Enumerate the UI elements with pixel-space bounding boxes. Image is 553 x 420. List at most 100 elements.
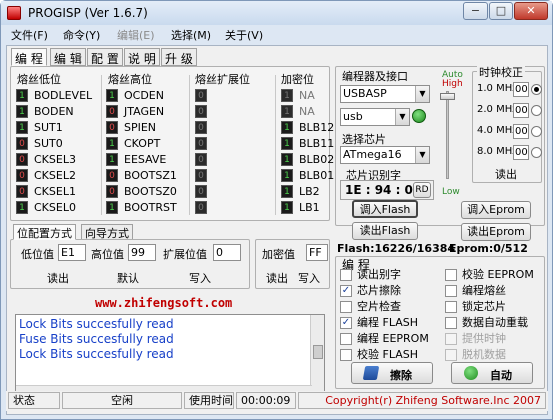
fuse-bit[interactable]: 0: [195, 153, 211, 167]
tab-edit[interactable]: 编 辑: [50, 48, 86, 66]
checkbox[interactable]: [445, 285, 457, 297]
fuse-bit[interactable]: 0 BOOTSZ1: [106, 169, 186, 183]
lock-bit-value[interactable]: 1: [281, 201, 293, 214]
checkbox[interactable]: [445, 301, 457, 313]
fuse-bit-value[interactable]: 0: [195, 105, 207, 118]
clock-cal-input[interactable]: 00: [513, 82, 529, 97]
opt-auto-reload[interactable]: 数据自动重载: [445, 316, 535, 330]
clock-radio[interactable]: [531, 126, 542, 137]
opt-read-id[interactable]: 读出别字: [340, 268, 430, 282]
fuse-bit[interactable]: 0: [195, 121, 211, 135]
checkbox-disabled[interactable]: [445, 349, 457, 361]
checkbox[interactable]: [445, 317, 457, 329]
clock-radio[interactable]: [531, 84, 542, 95]
lock-read-button[interactable]: 读出: [266, 270, 288, 286]
fuse-bit-value[interactable]: 0: [106, 105, 118, 118]
fuse-bit-value[interactable]: 0: [195, 89, 207, 102]
fuse-bit[interactable]: 0 BOOTSZ0: [106, 185, 186, 199]
chip-select[interactable]: ATmega16 ▼: [340, 146, 430, 164]
fuse-bit[interactable]: 1 BODEN: [16, 105, 96, 119]
lock-bit-value[interactable]: 1: [281, 185, 293, 198]
fuse-bit[interactable]: 1 CKSEL0: [16, 201, 96, 215]
fuse-bit-value[interactable]: 0: [16, 185, 28, 198]
menu-select[interactable]: 选择(M): [171, 27, 211, 43]
clock-read-button[interactable]: 读出: [495, 166, 517, 182]
fuse-bit-value[interactable]: 1: [16, 201, 28, 214]
fuse-bit-value[interactable]: 0: [16, 153, 28, 166]
lock-bit[interactable]: 1 BLB12: [281, 121, 334, 135]
fuse-bit-value[interactable]: 0: [106, 185, 118, 198]
fuse-bit-value[interactable]: 0: [195, 169, 207, 182]
opt-verify-eeprom[interactable]: 校验 EEPROM: [445, 268, 535, 282]
tab-help[interactable]: 说 明: [124, 48, 160, 66]
fuse-bit[interactable]: 1 SUT1: [16, 121, 96, 135]
lock-bit-value[interactable]: 1: [281, 169, 293, 182]
menu-command[interactable]: 命令(Y): [63, 27, 100, 43]
fuse-bit[interactable]: 1 BODLEVEL: [16, 89, 96, 103]
clock-cal-input[interactable]: 00: [513, 124, 529, 139]
fuse-bit[interactable]: 1 OCDEN: [106, 89, 186, 103]
fuse-bit[interactable]: 0: [195, 169, 211, 183]
checkbox[interactable]: [445, 269, 457, 281]
opt-blank-check[interactable]: 空片检查: [340, 300, 430, 314]
opt-lock-chip[interactable]: 锁定芯片: [445, 300, 535, 314]
tab-wizard[interactable]: 向导方式: [81, 224, 133, 240]
fuse-bit-value[interactable]: 1: [16, 89, 28, 102]
clock-radio[interactable]: [531, 147, 542, 158]
lock-bit[interactable]: 1 NA: [281, 89, 327, 103]
fuse-bit[interactable]: 1 BOOTRST: [106, 201, 186, 215]
fuse-bit-value[interactable]: 1: [16, 121, 28, 134]
fuse-bit[interactable]: 0: [195, 137, 211, 151]
fuse-read-button[interactable]: 读出: [47, 270, 69, 286]
load-eprom-button[interactable]: 调入Eprom: [461, 201, 531, 219]
clock-cal-input[interactable]: 00: [513, 145, 529, 160]
opt-provide-clock[interactable]: 提供时钟: [445, 332, 535, 346]
fuse-bit[interactable]: 0 CKSEL2: [16, 169, 96, 183]
fuse-bit[interactable]: 0 CKSEL3: [16, 153, 96, 167]
fuse-bit-value[interactable]: 0: [106, 169, 118, 182]
ext-value-input[interactable]: 0: [213, 244, 241, 261]
maximize-button[interactable]: □: [489, 2, 513, 20]
tab-config[interactable]: 配 置: [87, 48, 123, 66]
checkbox[interactable]: [340, 333, 352, 345]
lock-bit-value[interactable]: 1: [281, 121, 293, 134]
checkbox-checked[interactable]: ✓: [340, 285, 352, 297]
tab-upgrade[interactable]: 升 级: [161, 48, 197, 66]
opt-program-eeprom[interactable]: 编程 EEPROM: [340, 332, 430, 346]
fuse-bit[interactable]: 0 SPIEN: [106, 121, 186, 135]
lock-bit-value[interactable]: 1: [281, 89, 293, 102]
lock-bit[interactable]: 1 NA: [281, 105, 327, 119]
opt-program-fuse[interactable]: 编程熔丝: [445, 284, 535, 298]
high-value-input[interactable]: 99: [128, 244, 156, 261]
load-flash-button[interactable]: 调入Flash: [352, 200, 418, 218]
read-flash-button[interactable]: 读出Flash: [352, 222, 418, 240]
low-value-input[interactable]: E1: [58, 244, 86, 261]
fuse-bit[interactable]: 1 CKOPT: [106, 137, 186, 151]
fuse-bit[interactable]: 0: [195, 185, 211, 199]
lock-bit[interactable]: 1 BLB01: [281, 169, 334, 183]
fuse-bit-value[interactable]: 0: [195, 185, 207, 198]
fuse-bit-value[interactable]: 1: [106, 89, 118, 102]
close-button[interactable]: ✕: [514, 2, 548, 20]
lock-write-button[interactable]: 写入: [298, 270, 320, 286]
scroll-thumb[interactable]: [313, 345, 323, 359]
fuse-bit[interactable]: 0: [195, 201, 211, 215]
fuse-bit-value[interactable]: 0: [16, 169, 28, 182]
fuse-bit-value[interactable]: 0: [195, 153, 207, 166]
fuse-write-button[interactable]: 写入: [189, 270, 211, 286]
lock-bit-value[interactable]: 1: [281, 105, 293, 118]
lock-bit-value[interactable]: 1: [281, 153, 293, 166]
speed-slider-track[interactable]: [446, 91, 449, 179]
fuse-bit[interactable]: 0: [195, 89, 211, 103]
read-eprom-button[interactable]: 读出Eprom: [461, 223, 531, 241]
lock-bit[interactable]: 1 BLB11: [281, 137, 334, 151]
fuse-bit-value[interactable]: 0: [106, 121, 118, 134]
fuse-default-button[interactable]: 默认: [117, 270, 139, 286]
opt-offline-data[interactable]: 脱机数据: [445, 348, 535, 362]
fuse-bit-value[interactable]: 0: [195, 201, 207, 214]
menu-edit[interactable]: 编辑(E): [117, 27, 155, 43]
fuse-bit[interactable]: 1 EESAVE: [106, 153, 186, 167]
website-link[interactable]: www.zhifengsoft.com: [95, 296, 232, 310]
fuse-bit-value[interactable]: 0: [16, 137, 28, 150]
log-vscrollbar[interactable]: [310, 315, 324, 399]
